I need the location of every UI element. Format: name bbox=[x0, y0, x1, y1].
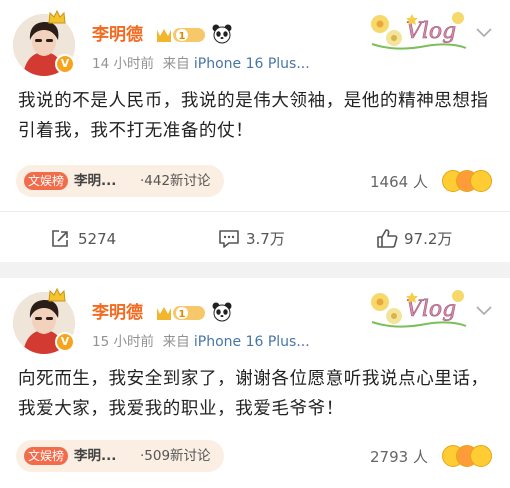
chevron-down-icon[interactable] bbox=[476, 306, 492, 316]
reactions-count: 2793 人 bbox=[370, 448, 428, 466]
panda-icon bbox=[212, 24, 232, 44]
reactions-summary[interactable]: 1464 人 bbox=[370, 168, 494, 196]
hot-tag: 文娱榜 bbox=[24, 172, 68, 190]
svg-text:1: 1 bbox=[179, 309, 186, 320]
post-source-prefix: 来自 bbox=[162, 334, 190, 350]
level-badge: 1 bbox=[157, 28, 205, 42]
chevron-down-icon[interactable] bbox=[476, 28, 492, 38]
like-count: 97.2万 bbox=[404, 230, 453, 248]
laugh-emoji-icon bbox=[470, 445, 492, 467]
post-time: 14 小时前 bbox=[92, 56, 154, 72]
reactions-summary[interactable]: 2793 人 bbox=[370, 443, 494, 471]
hot-discussion-count: ·509新讨论 bbox=[140, 448, 211, 464]
post-content: 我说的不是人民币，我说的是伟大领袖，是他的精神思想指引着我，我不打无准备的仗！ bbox=[18, 91, 489, 141]
post-meta: 14 小时前 来自 iPhone 16 Plus... bbox=[92, 56, 310, 72]
verified-badge: V bbox=[55, 332, 75, 352]
post-meta: 15 小时前 来自 iPhone 16 Plus... bbox=[92, 334, 310, 350]
hot-ranking-chip[interactable]: 文娱榜 李明... ·442新讨论 bbox=[16, 165, 224, 197]
reactions-count: 1464 人 bbox=[370, 173, 428, 191]
vlog-decoration-icon: Vlog bbox=[371, 12, 467, 50]
weibo-post[interactable]: V 李明德 1 14 小时前 来自 iPhone 16 Plus... Vlog… bbox=[0, 0, 510, 262]
panda-icon bbox=[212, 302, 232, 322]
crown-icon bbox=[48, 288, 66, 302]
hot-tag: 文娱榜 bbox=[24, 447, 68, 465]
author-name[interactable]: 李明德 bbox=[92, 25, 143, 45]
svg-text:1: 1 bbox=[179, 31, 186, 42]
weibo-post[interactable]: V 李明德 1 15 小时前 来自 iPhone 16 Plus... Vlog… bbox=[0, 278, 510, 488]
level-badge: 1 bbox=[157, 306, 205, 320]
post-source-prefix: 来自 bbox=[162, 56, 190, 72]
divider bbox=[0, 211, 510, 212]
repost-count: 5274 bbox=[78, 230, 117, 248]
post-content: 向死而生，我安全到家了，谢谢各位愿意听我说点心里话，我爱大家，我爱我的职业，我爱… bbox=[18, 369, 489, 419]
hot-topic-name: 李明... bbox=[74, 173, 117, 189]
comment-icon bbox=[219, 230, 239, 248]
crown-icon bbox=[48, 10, 66, 24]
post-device[interactable]: iPhone 16 Plus... bbox=[194, 334, 310, 350]
comment-count: 3.7万 bbox=[246, 230, 285, 248]
repost-icon bbox=[52, 230, 68, 247]
laugh-emoji-icon bbox=[470, 170, 492, 192]
hot-topic-name: 李明... bbox=[74, 448, 117, 464]
hot-ranking-chip[interactable]: 文娱榜 李明... ·509新讨论 bbox=[16, 440, 224, 472]
post-time: 15 小时前 bbox=[92, 334, 154, 350]
hot-discussion-count: ·442新讨论 bbox=[140, 173, 211, 189]
like-icon bbox=[377, 229, 398, 248]
author-name[interactable]: 李明德 bbox=[92, 303, 143, 323]
vlog-decoration-icon: Vlog bbox=[371, 290, 467, 328]
post-device[interactable]: iPhone 16 Plus... bbox=[194, 56, 310, 72]
verified-badge: V bbox=[55, 54, 75, 74]
